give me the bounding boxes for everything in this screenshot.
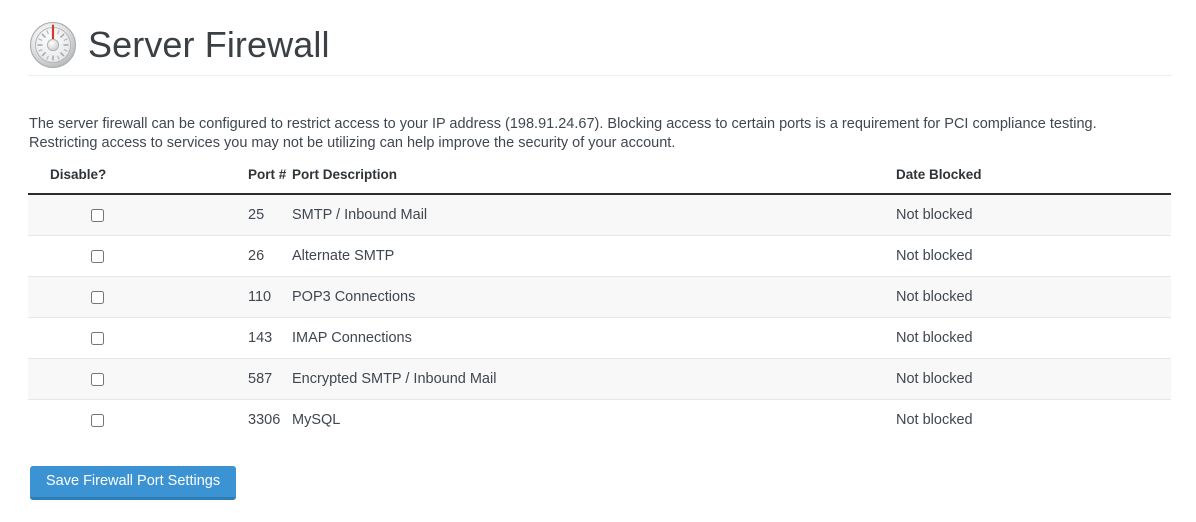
cell-port-description: MySQL xyxy=(292,399,894,440)
save-firewall-port-settings-button[interactable]: Save Firewall Port Settings xyxy=(30,466,237,500)
cell-date-blocked: Not blocked xyxy=(894,317,1171,359)
table-header-row: Disable? Port # Port Description Date Bl… xyxy=(28,167,1171,195)
column-header-disable: Disable? xyxy=(28,167,138,195)
firewall-ports-table: Disable? Port # Port Description Date Bl… xyxy=(28,167,1171,440)
table-row: 143 IMAP Connections Not blocked xyxy=(28,317,1171,359)
cell-port-number: 26 xyxy=(138,235,292,277)
server-firewall-page: Server Firewall The server firewall can … xyxy=(0,0,1196,522)
disable-port-checkbox[interactable] xyxy=(90,372,104,386)
cell-date-blocked: Not blocked xyxy=(894,194,1171,236)
cell-date-blocked: Not blocked xyxy=(894,399,1171,440)
page-header: Server Firewall xyxy=(28,14,1172,76)
cell-port-number: 143 xyxy=(138,317,292,359)
disable-port-checkbox[interactable] xyxy=(90,290,104,304)
cell-port-description: POP3 Connections xyxy=(292,276,894,318)
table-body: 25 SMTP / Inbound Mail Not blocked 26 Altern… xyxy=(28,194,1171,440)
cell-port-description: Alternate SMTP xyxy=(292,235,894,277)
column-header-port: Port # xyxy=(138,167,292,195)
table-row: 3306 MySQL Not blocked xyxy=(28,399,1171,440)
disable-port-checkbox[interactable] xyxy=(90,208,104,222)
column-header-description: Port Description xyxy=(292,167,894,195)
gauge-icon xyxy=(30,21,76,68)
disable-port-checkbox[interactable] xyxy=(90,249,104,263)
cell-date-blocked: Not blocked xyxy=(894,276,1171,318)
cell-port-number: 110 xyxy=(138,276,292,318)
cell-port-number: 3306 xyxy=(138,399,292,440)
cell-disable xyxy=(28,358,138,400)
page-title: Server Firewall xyxy=(88,23,330,65)
cell-port-number: 587 xyxy=(138,358,292,400)
cell-port-description: SMTP / Inbound Mail xyxy=(292,194,894,236)
cell-port-number: 25 xyxy=(138,194,292,236)
cell-disable xyxy=(28,317,138,359)
firewall-description: The server firewall can be configured to… xyxy=(29,115,1097,151)
cell-port-description: Encrypted SMTP / Inbound Mail xyxy=(292,358,894,400)
cell-date-blocked: Not blocked xyxy=(894,358,1171,400)
cell-date-blocked: Not blocked xyxy=(894,235,1171,277)
table-row: 25 SMTP / Inbound Mail Not blocked xyxy=(28,194,1171,236)
cell-disable xyxy=(28,194,138,236)
cell-port-description: IMAP Connections xyxy=(292,317,894,359)
cell-disable xyxy=(28,235,138,277)
table-row: 26 Alternate SMTP Not blocked xyxy=(28,235,1171,277)
cell-disable xyxy=(28,276,138,318)
cell-disable xyxy=(28,399,138,440)
table-row: 110 POP3 Connections Not blocked xyxy=(28,276,1171,318)
table-header: Disable? Port # Port Description Date Bl… xyxy=(28,167,1171,195)
column-header-date-blocked: Date Blocked xyxy=(894,167,1171,195)
disable-port-checkbox[interactable] xyxy=(90,331,104,345)
table-row: 587 Encrypted SMTP / Inbound Mail Not bloc… xyxy=(28,358,1171,400)
disable-port-checkbox[interactable] xyxy=(90,413,104,427)
